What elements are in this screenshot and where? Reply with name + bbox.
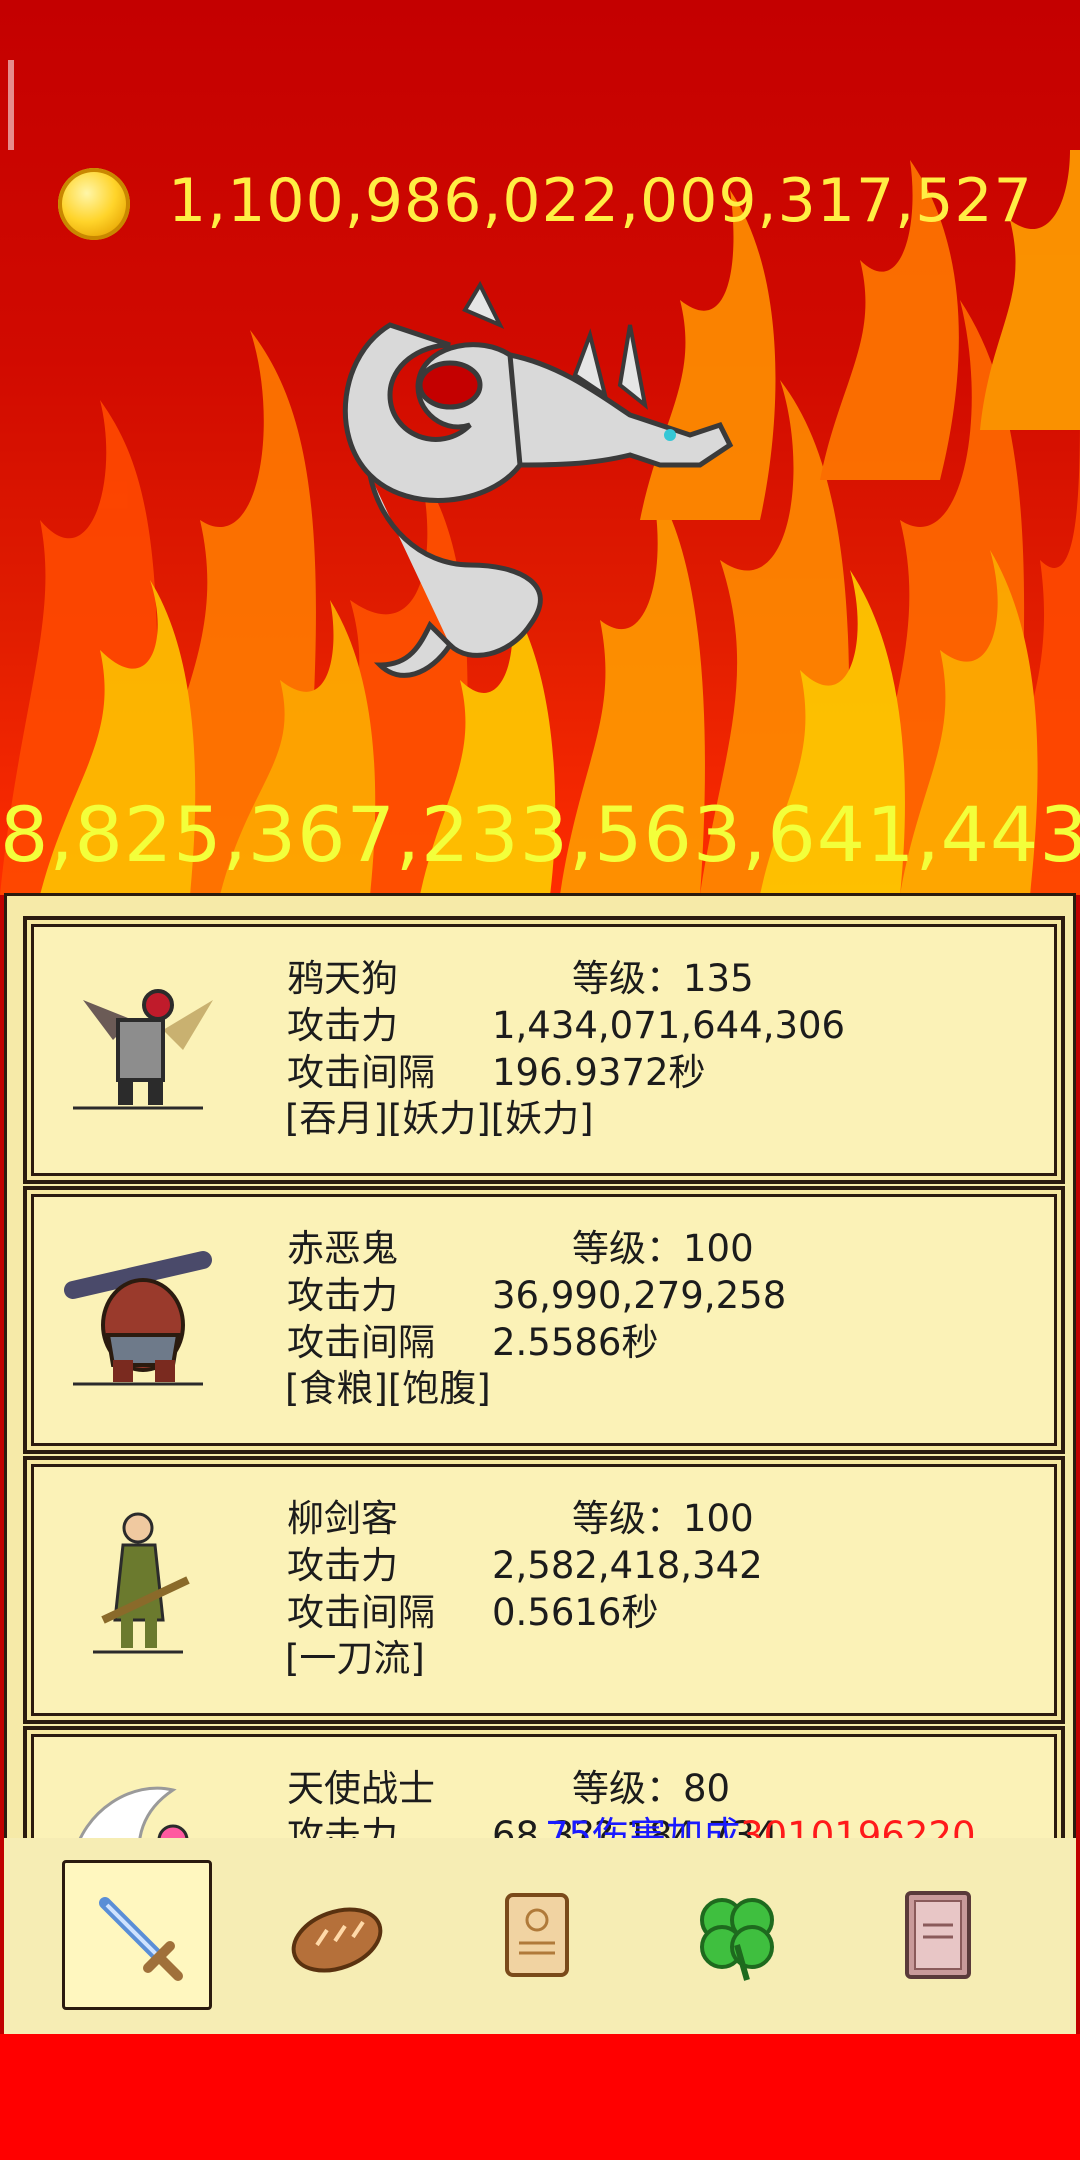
- silver-dragon-sprite[interactable]: [330, 265, 760, 705]
- nav-units-tab[interactable]: [62, 1860, 212, 2010]
- attack-value: 1,434,071,644,306: [492, 1004, 846, 1047]
- unit-traits: [食粮][饱腹]: [285, 1367, 491, 1410]
- unit-level: 等级：100: [572, 1227, 754, 1270]
- interval-value: 2.5586秒: [492, 1321, 659, 1364]
- attack-value: 36,990,279,258: [492, 1274, 787, 1317]
- unit-name: 鸦天狗: [287, 957, 398, 1000]
- unit-traits: [吞月][妖力][妖力]: [285, 1097, 594, 1140]
- attack-label: 攻击力: [287, 1004, 398, 1047]
- book-icon: [905, 1891, 971, 1979]
- unit-level: 等级：80: [572, 1767, 731, 1810]
- gold-amount: 1,100,986,022,009,317,527: [168, 166, 1033, 236]
- attack-label: 攻击力: [287, 1544, 398, 1587]
- attack-value: 2,582,418,342: [492, 1544, 763, 1587]
- sword-icon: [99, 1897, 183, 1981]
- nav-food-tab[interactable]: [262, 1860, 412, 2010]
- nav-scroll-tab[interactable]: [462, 1860, 612, 2010]
- unit-attack-row: 攻击力 2,582,418,342: [287, 1535, 763, 1589]
- battle-area: 1,100,986,022,009,317,527 8,825,367,233,…: [0, 0, 1080, 895]
- bottom-nav: [4, 1838, 1076, 2034]
- red-oni-sprite: [64, 1251, 212, 1386]
- nav-clover-tab[interactable]: [662, 1860, 812, 2010]
- unit-attack-row: 攻击力 1,434,071,644,306: [287, 995, 845, 1049]
- nav-book-tab[interactable]: [862, 1860, 1012, 2010]
- unit-card-crow-tengu[interactable]: 鸦天狗 等级：135 攻击力 1,434,071,644,306 攻击间隔 196.…: [23, 916, 1065, 1184]
- interval-value: 0.5616秒: [492, 1591, 659, 1634]
- unit-level: 等级：100: [572, 1497, 754, 1540]
- boss-hp-value: 8,825,367,233,563,641,443: [0, 790, 1080, 879]
- bread-icon: [291, 1907, 383, 1973]
- swordsman-sprite: [93, 1512, 190, 1654]
- clover-icon: [700, 1898, 774, 1981]
- bottom-red-bar: [0, 2034, 1080, 2160]
- status-bar-indicator: [8, 60, 14, 150]
- unit-card-red-oni[interactable]: 赤恶鬼 等级：100 攻击力 36,990,279,258 攻击间隔 2.5586秒…: [23, 1186, 1065, 1454]
- unit-name: 柳剑客: [287, 1497, 398, 1540]
- unit-name: 赤恶鬼: [287, 1227, 398, 1270]
- unit-attack-row: 攻击力 36,990,279,258: [287, 1265, 786, 1319]
- crow-tengu-sprite: [73, 989, 213, 1110]
- gold-coin-icon: [58, 168, 130, 240]
- unit-traits: [一刀流]: [285, 1637, 425, 1680]
- unit-card-swordsman[interactable]: 柳剑客 等级：100 攻击力 2,582,418,342 攻击间隔 0.5616秒 …: [23, 1456, 1065, 1724]
- scroll-icon: [505, 1893, 569, 1977]
- game-screen: 1,100,986,022,009,317,527 8,825,367,233,…: [0, 0, 1080, 2160]
- unit-name: 天使战士: [287, 1767, 435, 1810]
- unit-level: 等级：135: [572, 957, 754, 1000]
- attack-label: 攻击力: [287, 1274, 398, 1317]
